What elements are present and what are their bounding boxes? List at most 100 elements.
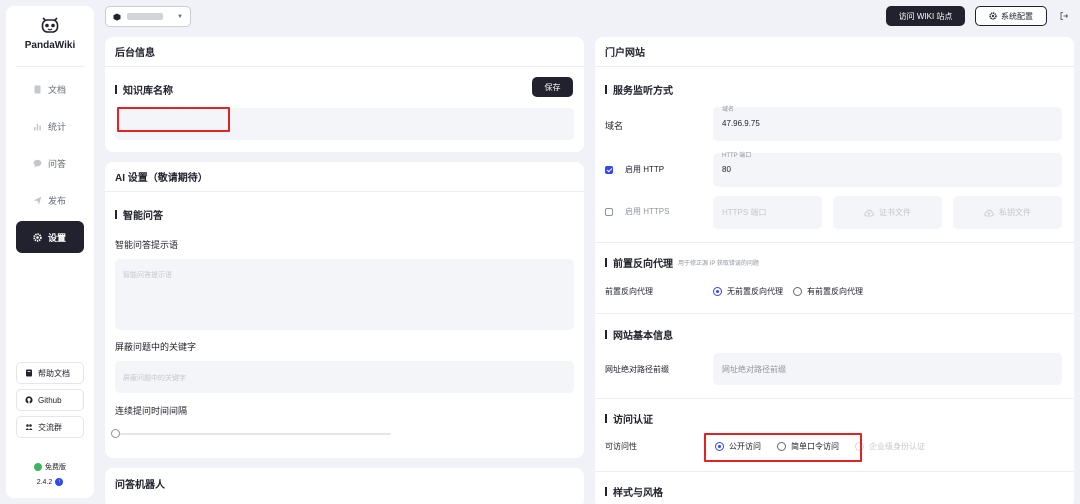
proxy-section-title: 前置反向代理 用于修正源 IP 获取错误的问题 [605, 255, 759, 270]
accessibility-label: 可访问性 [605, 442, 637, 451]
cert-file-button[interactable]: 证书文件 [833, 196, 942, 229]
proxy-label: 前置反向代理 [605, 287, 653, 296]
logout-icon [1060, 12, 1069, 20]
github-button[interactable]: Github [16, 389, 84, 411]
proxy-radio-group: 无前置反向代理 有前置反向代理 [713, 286, 873, 297]
section-divider [595, 313, 1074, 314]
send-icon [32, 195, 42, 205]
proxy-option-none[interactable]: 无前置反向代理 [713, 286, 783, 297]
radio-icon [713, 287, 722, 296]
proxy-option-none-label: 无前置反向代理 [727, 287, 783, 296]
section-divider [595, 242, 1074, 243]
https-port-input[interactable]: HTTPS 端口 [713, 196, 822, 229]
system-settings-label: 系统配置 [1001, 11, 1033, 21]
listen-section-title: 服务监听方式 [605, 82, 673, 97]
highlight-box [117, 107, 230, 132]
enable-https-checkbox[interactable] [605, 208, 613, 216]
enable-http-label: 启用 HTTP [625, 165, 665, 174]
path-prefix-input[interactable]: 网址绝对路径前缀 [713, 353, 1062, 385]
http-port-caption: HTTP 端口 [722, 153, 752, 159]
section-divider [595, 471, 1074, 472]
sidebar-item-qa[interactable]: 问答 [16, 147, 84, 179]
upload-cloud-icon [864, 209, 874, 216]
access-auth-section-title: 访问认证 [605, 411, 653, 426]
proxy-subtitle: 用于修正源 IP 获取错误的问题 [678, 261, 759, 267]
nav-divider [16, 66, 84, 67]
smart-qa-section-title: 智能问答 [115, 207, 163, 222]
block-keywords-placeholder: 屏蔽问题中的关键字 [123, 375, 186, 382]
sidebar-item-docs[interactable]: 文档 [16, 73, 84, 105]
sidebar-item-label: 问答 [48, 158, 67, 169]
system-settings-button[interactable]: 系统配置 [975, 6, 1047, 26]
upload-cloud-icon [984, 209, 994, 216]
question-interval-slider[interactable] [115, 433, 391, 435]
http-port-value: 80 [722, 165, 731, 174]
proxy-option-with[interactable]: 有前置反向代理 [793, 286, 863, 297]
listen-title-text: 服务监听方式 [613, 86, 673, 97]
gear-icon [989, 12, 997, 20]
github-icon [24, 396, 33, 405]
qa-bot-title: 问答机器人 [115, 479, 165, 491]
sidebar-item-label: 统计 [48, 121, 67, 132]
kb-name-section-title: 知识库名称 [115, 82, 173, 97]
document-icon [32, 84, 42, 94]
section-divider [595, 398, 1074, 399]
knowledge-base-select[interactable]: ▼ [105, 6, 191, 27]
https-port-placeholder: HTTPS 端口 [722, 208, 767, 217]
chat-icon [32, 158, 42, 168]
backend-info-title: 后台信息 [105, 37, 584, 67]
bar-chart-icon [32, 121, 42, 131]
access-option-enterprise-label: 企业级身份认证 [869, 442, 925, 451]
radio-icon [793, 287, 802, 296]
visit-wiki-button[interactable]: 访问 WIKI 站点 [886, 6, 965, 26]
gear-icon [32, 232, 42, 242]
domain-input[interactable]: 域名 47.96.9.75 [713, 107, 1062, 141]
key-file-button[interactable]: 私钥文件 [953, 196, 1062, 229]
plan-info: 免费版 2.4.2 ↑ [6, 461, 94, 488]
book-icon [24, 369, 33, 378]
brand-name: PandaWiki [24, 40, 76, 51]
panda-logo-icon [41, 17, 59, 33]
cube-icon [113, 13, 121, 21]
logout-button[interactable] [1058, 10, 1070, 22]
smart-qa-title-text: 智能问答 [123, 211, 163, 222]
plan-label: 免费版 [45, 464, 66, 471]
access-option-enterprise[interactable]: 企业级身份认证 [855, 441, 925, 452]
block-keywords-input[interactable]: 屏蔽问题中的关键字 [115, 361, 574, 393]
chevron-down-icon: ▼ [177, 13, 183, 20]
cert-file-label: 证书文件 [879, 208, 911, 217]
brand-logo[interactable]: PandaWiki [6, 16, 94, 51]
path-prefix-label: 网址绝对路径前缀 [605, 365, 669, 374]
path-prefix-placeholder: 网址绝对路径前缀 [722, 365, 786, 374]
qa-prompt-textarea[interactable]: 智能问答提示语 [115, 259, 574, 330]
version-label: 2.4.2 [36, 478, 53, 486]
community-group-label: 交流群 [38, 422, 62, 432]
ai-settings-title: AI 设置（敬请期待） [105, 162, 584, 192]
save-button[interactable]: 保存 [532, 77, 573, 97]
upgrade-badge-icon[interactable]: ↑ [55, 478, 64, 486]
highlight-box [704, 433, 862, 462]
qa-prompt-label: 智能问答提示语 [115, 240, 179, 250]
style-title-text: 样式与风格 [613, 488, 663, 499]
domain-field-caption: 域名 [722, 107, 735, 113]
enable-http-checkbox[interactable] [605, 166, 613, 174]
sidebar-item-stats[interactable]: 统计 [16, 110, 84, 142]
sidebar-item-label: 文档 [48, 84, 67, 95]
sidebar-links: 帮助文档 Github 交流群 [16, 362, 84, 443]
sidebar-item-label: 发布 [48, 195, 67, 206]
enable-https-label: 启用 HTTPS [625, 207, 670, 216]
sidebar-item-publish[interactable]: 发布 [16, 184, 84, 216]
group-icon [24, 423, 33, 432]
proxy-option-with-label: 有前置反向代理 [807, 287, 863, 296]
help-docs-button[interactable]: 帮助文档 [16, 362, 84, 384]
sidebar-item-label: 设置 [48, 232, 67, 243]
basic-info-title-text: 网站基本信息 [613, 331, 673, 342]
question-interval-slider-thumb[interactable] [111, 429, 120, 438]
plan-shield-icon [34, 463, 42, 471]
help-docs-label: 帮助文档 [38, 368, 70, 378]
block-keywords-label: 屏蔽问题中的关键字 [115, 342, 197, 352]
key-file-label: 私钥文件 [999, 208, 1031, 217]
sidebar-item-settings[interactable]: 设置 [16, 221, 84, 253]
http-port-input[interactable]: HTTP 端口 80 [713, 153, 1062, 187]
community-group-button[interactable]: 交流群 [16, 416, 84, 438]
